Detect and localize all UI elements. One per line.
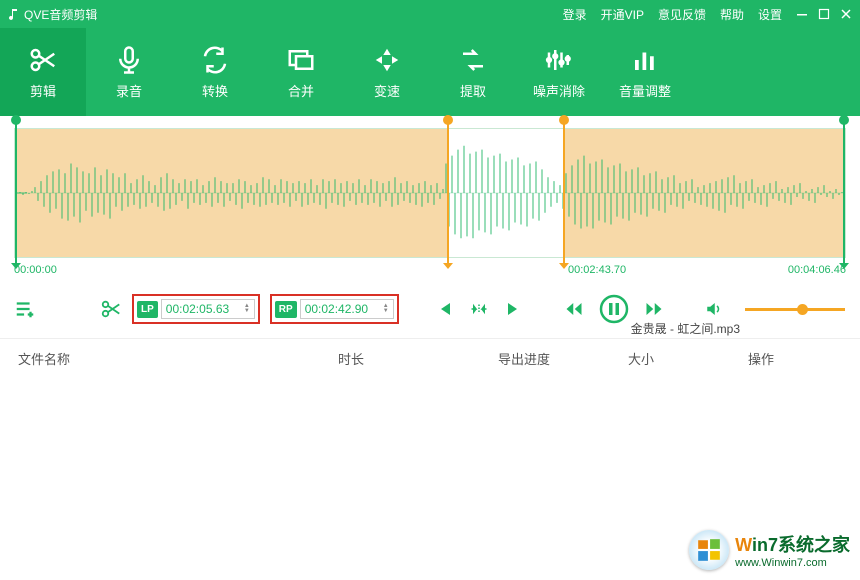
scissors-icon	[28, 45, 58, 75]
col-duration: 时长	[338, 349, 498, 368]
volume-bars-icon	[630, 45, 660, 75]
minimize-icon[interactable]	[796, 8, 808, 20]
rewind-icon[interactable]	[565, 300, 583, 318]
convert-icon	[200, 45, 230, 75]
rp-chip[interactable]: RP	[275, 301, 297, 318]
lp-chip[interactable]: LP	[137, 301, 158, 318]
tool-extract-label: 提取	[460, 81, 486, 100]
cut-button[interactable]	[100, 298, 122, 320]
col-size: 大小	[628, 349, 748, 368]
login-link[interactable]: 登录	[563, 6, 587, 23]
add-list-button[interactable]	[14, 298, 36, 320]
spinner-icon[interactable]: ▲▼	[383, 304, 389, 314]
app-title-text: QVE音频剪辑	[24, 6, 97, 23]
maximize-icon[interactable]	[818, 8, 830, 20]
close-icon[interactable]	[840, 8, 852, 20]
lp-time-value: 00:02:05.63	[166, 302, 229, 316]
time-mid: 00:02:43.70	[568, 264, 626, 276]
watermark-url: www.Winwin7.com	[735, 557, 850, 569]
time-end: 00:04:06.46	[788, 264, 846, 276]
watermark-logo	[689, 530, 729, 570]
tool-speed-label: 变速	[374, 81, 400, 100]
volume-slider[interactable]	[745, 308, 845, 311]
extract-icon	[458, 45, 488, 75]
spinner-icon[interactable]: ▲▼	[244, 304, 250, 314]
forward-icon[interactable]	[645, 300, 663, 318]
watermark: Win7系统之家 www.Winwin7.com	[689, 530, 850, 570]
vip-link[interactable]: 开通VIP	[601, 6, 644, 23]
feedback-link[interactable]: 意见反馈	[658, 6, 706, 23]
rp-time-input[interactable]: 00:02:42.90 ▲▼	[300, 299, 394, 319]
help-link[interactable]: 帮助	[720, 6, 744, 23]
lp-time-box: LP 00:02:05.63 ▲▼	[132, 294, 260, 324]
tool-noise[interactable]: 噪声消除	[516, 28, 602, 116]
merge-icon	[286, 45, 316, 75]
tool-speed[interactable]: 变速	[344, 28, 430, 116]
trim-in-icon[interactable]	[469, 300, 489, 318]
settings-link[interactable]: 设置	[758, 6, 782, 23]
volume-icon[interactable]	[705, 300, 723, 318]
tool-convert[interactable]: 转换	[172, 28, 258, 116]
music-note-icon	[8, 8, 20, 20]
lp-time-input[interactable]: 00:02:05.63 ▲▼	[161, 299, 255, 319]
tool-merge-label: 合并	[288, 81, 314, 100]
tool-noise-label: 噪声消除	[533, 81, 585, 100]
play-pause-button[interactable]	[599, 294, 629, 324]
marker-rp[interactable]	[563, 119, 565, 265]
noise-icon	[544, 45, 574, 75]
watermark-brand: Win7系统之家	[735, 531, 850, 557]
current-filename: 金贵晟 - 虹之间.mp3	[631, 320, 740, 337]
rp-time-value: 00:02:42.90	[305, 302, 368, 316]
waveform-graphic	[15, 129, 845, 257]
marker-lp[interactable]	[447, 119, 449, 265]
tool-cut[interactable]: 剪辑	[0, 28, 86, 116]
waveform-panel[interactable]	[14, 128, 846, 258]
col-name: 文件名称	[18, 349, 338, 368]
volume-knob[interactable]	[797, 304, 808, 315]
tool-record-label: 录音	[116, 81, 142, 100]
window-title: QVE音频剪辑	[8, 6, 563, 23]
marker-start[interactable]	[15, 119, 17, 265]
tool-extract[interactable]: 提取	[430, 28, 516, 116]
go-start-icon[interactable]	[435, 300, 453, 318]
col-progress: 导出进度	[498, 349, 628, 368]
microphone-icon	[114, 45, 144, 75]
speed-icon	[372, 45, 402, 75]
tool-convert-label: 转换	[202, 81, 228, 100]
tool-cut-label: 剪辑	[30, 81, 56, 100]
go-end-icon[interactable]	[505, 300, 523, 318]
tool-record[interactable]: 录音	[86, 28, 172, 116]
tool-merge[interactable]: 合并	[258, 28, 344, 116]
tool-volume-label: 音量调整	[619, 81, 671, 100]
rp-time-box: RP 00:02:42.90 ▲▼	[270, 294, 399, 324]
file-table-header: 文件名称 时长 导出进度 大小 操作	[0, 338, 860, 374]
col-ops: 操作	[748, 349, 842, 368]
marker-end[interactable]	[843, 119, 845, 265]
tool-volume[interactable]: 音量调整	[602, 28, 688, 116]
main-toolbar: 剪辑 录音 转换 合并 变速 提取 噪声消除 音量调整	[0, 28, 860, 116]
